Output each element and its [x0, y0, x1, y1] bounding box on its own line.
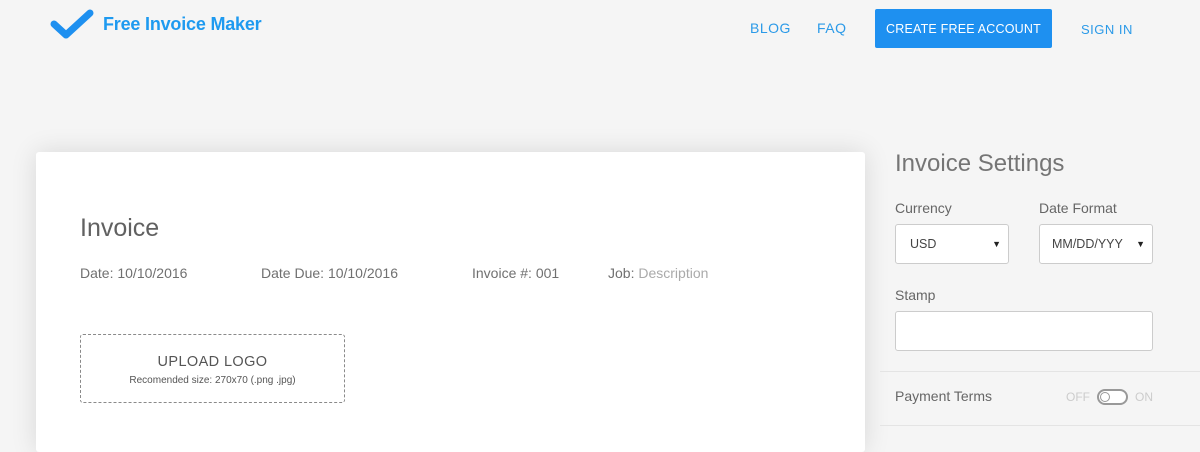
invoice-number-label: Invoice #: [472, 265, 532, 281]
settings-title: Invoice Settings [895, 150, 1065, 177]
date-format-label: Date Format [1039, 200, 1117, 216]
invoice-due-date-field[interactable]: Date Due: 10/10/2016 [261, 265, 398, 281]
invoice-number-field[interactable]: Invoice #: 001 [472, 265, 559, 281]
invoice-job-field[interactable]: Job: Description [608, 265, 708, 281]
invoice-date-label: Date: [80, 265, 114, 281]
upload-logo-title: UPLOAD LOGO [157, 354, 268, 370]
caret-down-icon: ▼ [1136, 239, 1145, 249]
date-format-select-value: MM/DD/YYY [1052, 237, 1123, 251]
invoice-due-label: Date Due: [261, 265, 325, 281]
payment-terms-toggle-group: OFF ON [1066, 389, 1153, 405]
invoice-date-field[interactable]: Date: 10/10/2016 [80, 265, 187, 281]
sign-in-link[interactable]: SIGN IN [1081, 22, 1133, 37]
settings-divider [880, 371, 1200, 372]
invoice-job-placeholder[interactable]: Description [638, 265, 708, 281]
upload-logo-hint: Recomended size: 270x70 (.png .jpg) [129, 375, 296, 386]
stamp-input[interactable] [895, 311, 1153, 351]
invoice-card: Invoice Date: 10/10/2016 Date Due: 10/10… [36, 152, 865, 452]
nav-blog-link[interactable]: BLOG [750, 20, 791, 36]
create-account-button[interactable]: CREATE FREE ACCOUNT [875, 9, 1052, 48]
toggle-off-label: OFF [1066, 390, 1090, 404]
payment-terms-toggle[interactable] [1097, 389, 1128, 405]
payment-terms-label: Payment Terms [895, 388, 992, 404]
settings-divider [880, 425, 1200, 426]
brand-logo[interactable]: Free Invoice Maker [50, 8, 262, 40]
date-format-select[interactable]: MM/DD/YYY ▼ [1039, 224, 1153, 264]
currency-select[interactable]: USD ▼ [895, 224, 1009, 264]
brand-name: Free Invoice Maker [103, 13, 262, 34]
invoice-job-label: Job: [608, 265, 635, 281]
invoice-due-value[interactable]: 10/10/2016 [328, 265, 398, 281]
top-navigation: Free Invoice Maker BLOG FAQ CREATE FREE … [0, 0, 1200, 60]
currency-label: Currency [895, 200, 952, 216]
upload-logo-dropzone[interactable]: UPLOAD LOGO Recomended size: 270x70 (.pn… [80, 334, 345, 403]
stamp-label: Stamp [895, 287, 936, 303]
toggle-knob [1100, 392, 1110, 402]
invoice-number-value[interactable]: 001 [536, 265, 559, 281]
nav-faq-link[interactable]: FAQ [817, 20, 847, 36]
invoice-title[interactable]: Invoice [80, 214, 159, 243]
invoice-date-value[interactable]: 10/10/2016 [117, 265, 187, 281]
currency-select-value: USD [910, 237, 937, 251]
invoice-settings-panel: Invoice Settings Currency Date Format US… [880, 150, 1200, 442]
caret-down-icon: ▼ [992, 239, 1001, 249]
toggle-on-label: ON [1135, 390, 1153, 404]
checkmark-icon [50, 9, 94, 39]
